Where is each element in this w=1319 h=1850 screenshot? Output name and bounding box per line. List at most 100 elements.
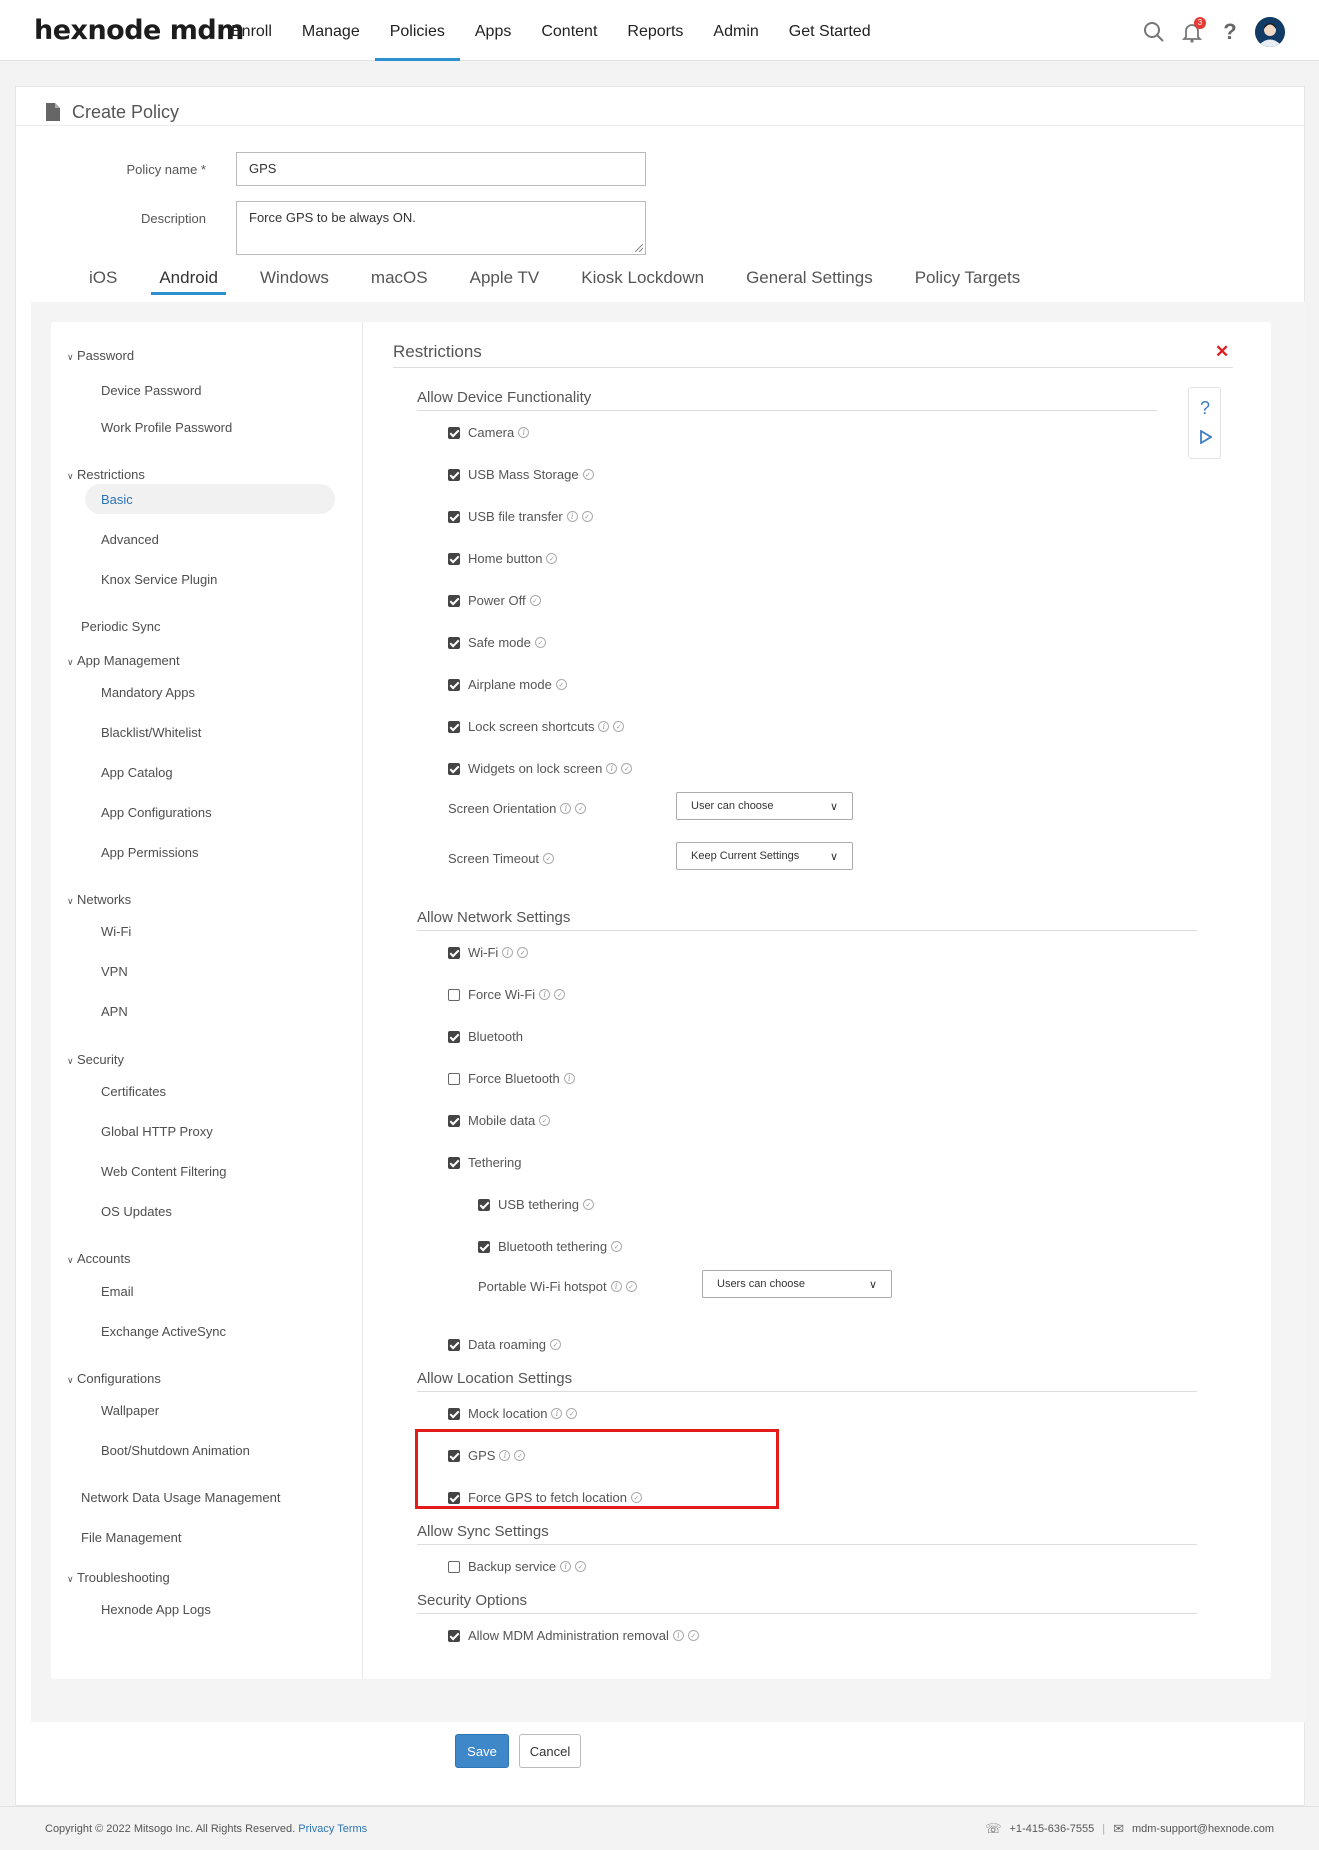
option-bluetooth-tethering[interactable]: Bluetooth tethering ✓ — [478, 1239, 623, 1254]
option-lock-screen-shortcuts[interactable]: Lock screen shortcuts i ✓ — [448, 719, 625, 734]
tab-android[interactable]: Android — [151, 265, 226, 295]
checkbox[interactable] — [448, 1072, 460, 1085]
info-icon[interactable]: i — [598, 721, 610, 732]
privacy-link[interactable]: Privacy — [298, 1823, 334, 1835]
sidebar-group-restrictions[interactable]: ∨ Restrictions — [67, 467, 145, 482]
tab-ios[interactable]: iOS — [68, 265, 138, 295]
sidebar-item-hexnode-app-logs[interactable]: Hexnode App Logs — [101, 1602, 211, 1617]
sidebar-group-app-management[interactable]: ∨ App Management — [67, 653, 180, 668]
tab-macos[interactable]: macOS — [350, 265, 449, 295]
resize-handle-icon[interactable] — [635, 244, 643, 252]
option-mdm-administration-removal[interactable]: Allow MDM Administration removal i ✓ — [448, 1628, 699, 1643]
checkbox[interactable] — [448, 468, 460, 481]
nav-content[interactable]: Content — [526, 0, 612, 61]
sidebar-item-file-management[interactable]: File Management — [81, 1530, 181, 1545]
question-icon[interactable]: ? — [1200, 398, 1210, 419]
nav-reports[interactable]: Reports — [612, 0, 698, 61]
help-icon[interactable]: ? — [1217, 19, 1243, 45]
checkbox[interactable] — [448, 988, 460, 1001]
sidebar-item-advanced[interactable]: Advanced — [101, 532, 159, 547]
option-wifi[interactable]: Wi-Fi i ✓ — [448, 945, 529, 960]
nav-apps[interactable]: Apps — [460, 0, 526, 61]
play-icon[interactable] — [1200, 430, 1212, 444]
nav-enroll[interactable]: Enroll — [216, 0, 287, 61]
info-icon[interactable]: i — [672, 1630, 684, 1641]
tab-general-settings[interactable]: General Settings — [725, 265, 894, 295]
checkbox[interactable] — [448, 510, 460, 523]
checkbox[interactable] — [448, 1491, 460, 1504]
checkbox[interactable] — [448, 1156, 460, 1169]
checkbox[interactable] — [478, 1198, 490, 1211]
policy-name-input[interactable]: GPS — [236, 152, 646, 186]
nav-manage[interactable]: Manage — [287, 0, 375, 61]
notification-bell-icon[interactable]: 3 — [1179, 17, 1206, 45]
portable-hotspot-select[interactable]: Users can choose ∨ — [702, 1270, 892, 1298]
option-data-roaming[interactable]: Data roaming ✓ — [448, 1337, 562, 1352]
info-icon[interactable]: i — [518, 427, 530, 438]
terms-link[interactable]: Terms — [337, 1823, 367, 1835]
checkbox[interactable] — [448, 678, 460, 691]
sidebar-item-os-updates[interactable]: OS Updates — [101, 1204, 172, 1219]
description-textarea[interactable]: Force GPS to be always ON. — [236, 201, 646, 255]
checkbox[interactable] — [448, 1407, 460, 1420]
sidebar-item-wifi[interactable]: Wi-Fi — [101, 924, 131, 939]
sidebar-item-boot-shutdown-animation[interactable]: Boot/Shutdown Animation — [101, 1443, 250, 1458]
checkbox[interactable] — [448, 1030, 460, 1043]
option-camera[interactable]: Camera i — [448, 425, 530, 440]
checkbox[interactable] — [448, 552, 460, 565]
option-usb-file-transfer[interactable]: USB file transfer i ✓ — [448, 509, 593, 524]
checkbox[interactable] — [448, 1560, 460, 1573]
info-icon[interactable]: i — [560, 803, 572, 814]
option-mock-location[interactable]: Mock location i ✓ — [448, 1406, 578, 1421]
info-icon[interactable]: i — [502, 947, 514, 958]
sidebar-item-work-profile-password[interactable]: Work Profile Password — [101, 420, 232, 435]
checkbox[interactable] — [448, 720, 460, 733]
hexnode-logo[interactable]: hexnode mdm — [34, 15, 244, 46]
nav-get-started[interactable]: Get Started — [774, 0, 886, 61]
option-usb-mass-storage[interactable]: USB Mass Storage ✓ — [448, 467, 594, 482]
option-safe-mode[interactable]: Safe mode ✓ — [448, 635, 546, 650]
screen-orientation-select[interactable]: User can choose ∨ — [676, 792, 853, 820]
search-icon[interactable] — [1141, 19, 1167, 45]
checkbox[interactable] — [448, 1449, 460, 1462]
nav-policies[interactable]: Policies — [374, 0, 460, 61]
info-icon[interactable]: i — [539, 989, 551, 1000]
tab-policy-targets[interactable]: Policy Targets — [894, 265, 1042, 295]
option-force-gps[interactable]: Force GPS to fetch location ✓ — [448, 1490, 642, 1505]
cancel-button[interactable]: Cancel — [519, 1734, 581, 1768]
info-icon[interactable]: i — [566, 511, 578, 522]
tab-apple-tv[interactable]: Apple TV — [449, 265, 561, 295]
option-force-wifi[interactable]: Force Wi-Fi i ✓ — [448, 987, 566, 1002]
tab-windows[interactable]: Windows — [239, 265, 350, 295]
sidebar-item-app-configurations[interactable]: App Configurations — [101, 805, 212, 820]
sidebar-group-networks[interactable]: ∨ Networks — [67, 892, 131, 907]
checkbox[interactable] — [448, 1629, 460, 1642]
close-icon[interactable]: ✕ — [1215, 342, 1229, 362]
sidebar-item-apn[interactable]: APN — [101, 1004, 128, 1019]
info-icon[interactable]: i — [499, 1450, 511, 1461]
checkbox[interactable] — [448, 426, 460, 439]
checkbox[interactable] — [448, 594, 460, 607]
option-usb-tethering[interactable]: USB tethering ✓ — [478, 1197, 594, 1212]
sidebar-item-blacklist-whitelist[interactable]: Blacklist/Whitelist — [101, 725, 201, 740]
option-force-bluetooth[interactable]: Force Bluetooth i — [448, 1071, 575, 1086]
checkbox[interactable] — [448, 1338, 460, 1351]
sidebar-group-security[interactable]: ∨ Security — [67, 1052, 124, 1067]
screen-timeout-select[interactable]: Keep Current Settings ∨ — [676, 842, 853, 870]
info-icon[interactable]: i — [606, 763, 618, 774]
user-avatar[interactable] — [1255, 17, 1285, 47]
sidebar-item-basic[interactable]: Basic — [101, 492, 133, 507]
sidebar-item-web-content-filtering[interactable]: Web Content Filtering — [101, 1164, 227, 1179]
option-bluetooth[interactable]: Bluetooth — [448, 1029, 523, 1044]
sidebar-item-email[interactable]: Email — [101, 1284, 134, 1299]
sidebar-item-app-catalog[interactable]: App Catalog — [101, 765, 173, 780]
sidebar-group-accounts[interactable]: ∨ Accounts — [67, 1251, 130, 1266]
option-airplane-mode[interactable]: Airplane mode ✓ — [448, 677, 567, 692]
sidebar-item-mandatory-apps[interactable]: Mandatory Apps — [101, 685, 195, 700]
option-gps[interactable]: GPS i ✓ — [448, 1448, 526, 1463]
nav-admin[interactable]: Admin — [698, 0, 773, 61]
support-email[interactable]: mdm-support@hexnode.com — [1132, 1823, 1274, 1835]
checkbox[interactable] — [448, 762, 460, 775]
info-icon[interactable]: i — [560, 1561, 572, 1572]
sidebar-item-certificates[interactable]: Certificates — [101, 1084, 166, 1099]
